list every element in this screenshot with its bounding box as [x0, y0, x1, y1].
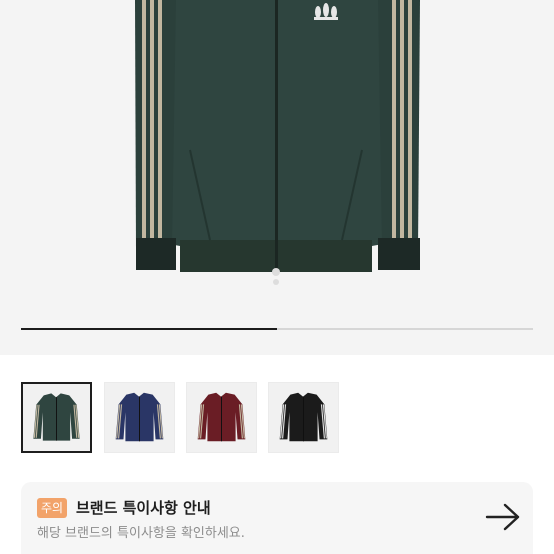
brand-notice-card[interactable]: 주의 브랜드 특이사항 안내 해당 브랜드의 특이사항을 확인하세요.: [21, 482, 533, 554]
jacket-icon: [33, 393, 80, 441]
thumbnail-navy[interactable]: [104, 382, 175, 453]
thumbnail-burgundy[interactable]: [186, 382, 257, 453]
image-progress-fill: [21, 328, 277, 330]
thumbnail-green[interactable]: [21, 382, 92, 453]
notice-badge: 주의: [37, 498, 68, 518]
thumbnail-black[interactable]: [268, 382, 339, 453]
notice-subtitle: 해당 브랜드의 특이사항을 확인하세요.: [37, 526, 245, 541]
jacket-icon: [115, 392, 164, 442]
color-thumbnail-list: [21, 382, 351, 454]
product-main-image: [135, 0, 420, 285]
product-image-gallery[interactable]: [0, 0, 554, 355]
arrow-right-icon[interactable]: [485, 502, 521, 532]
notice-title: 브랜드 특이사항 안내: [76, 499, 211, 517]
jacket-icon: [197, 392, 246, 442]
jacket-icon: [279, 392, 328, 442]
image-progress-bar: [21, 328, 533, 330]
